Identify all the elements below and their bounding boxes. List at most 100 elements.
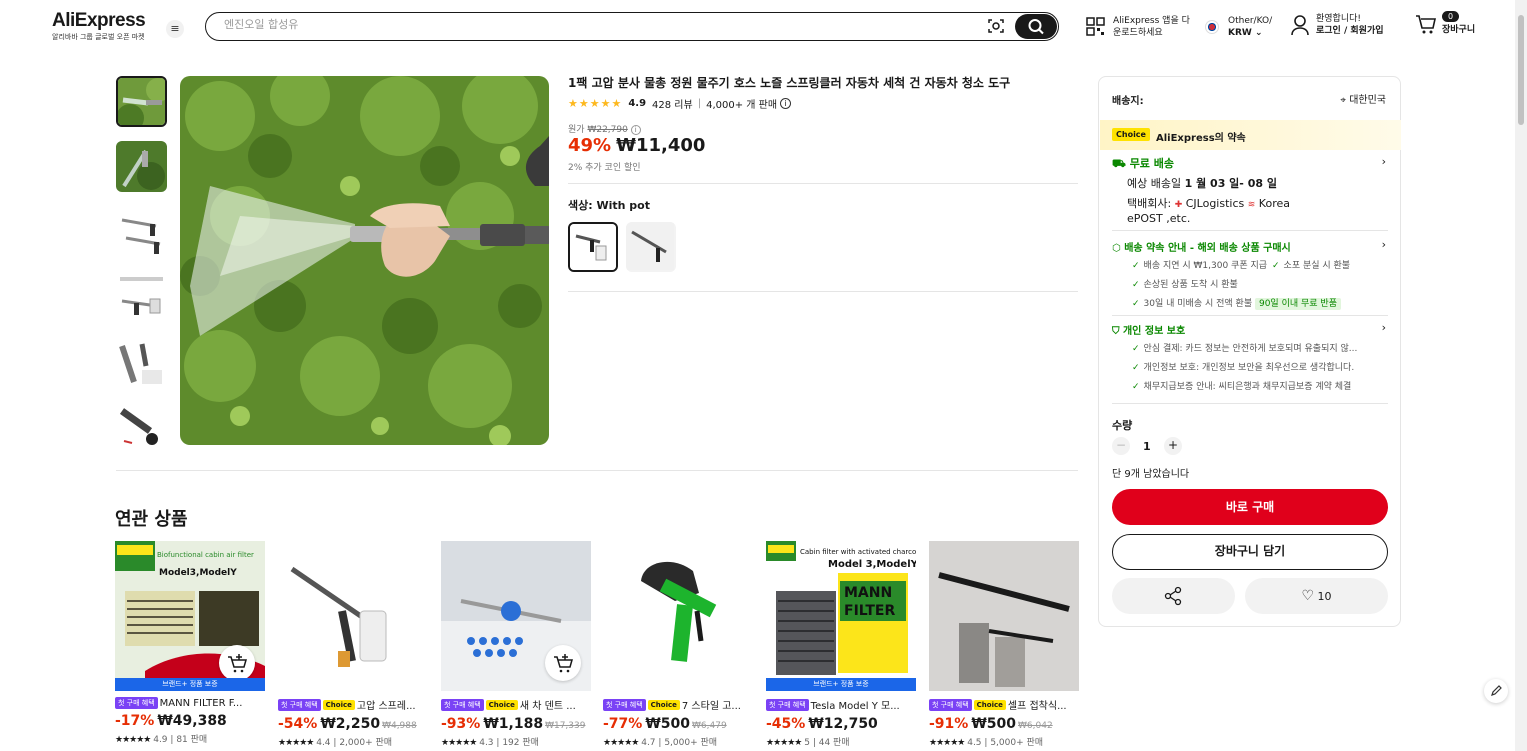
rating-stars: ★★★★★ bbox=[115, 735, 151, 745]
product-graphic bbox=[603, 541, 753, 691]
info-icon[interactable]: i bbox=[630, 125, 641, 135]
delivery-guarantee-row[interactable]: ⬡ 배송 약속 안내 - 해외 배송 상품 구매시 bbox=[1112, 239, 1291, 254]
privacy-row[interactable]: ⛉ 개인 정보 보호 bbox=[1112, 322, 1185, 337]
price: ₩500 bbox=[971, 716, 1016, 732]
free-shipping-text: 무료 배송 bbox=[1129, 157, 1174, 170]
eta-date: 1 월 03 일- 08 일 bbox=[1184, 177, 1277, 190]
choice-tag: Choice bbox=[973, 699, 1006, 710]
app-line1: AliExpress 앱을 다 bbox=[1113, 16, 1190, 26]
rating-stars: ★★★★★ bbox=[603, 738, 639, 748]
quantity-plus-button[interactable]: + bbox=[1164, 437, 1182, 455]
original-price-row: 원가 ₩22,790 i bbox=[568, 122, 641, 135]
thumbnail-image bbox=[118, 78, 165, 125]
share-button[interactable] bbox=[1112, 578, 1235, 614]
user-icon bbox=[1291, 15, 1309, 36]
divider bbox=[1112, 230, 1388, 231]
privacy-item: ✓ 개인정보 보호: 개인정보 보안을 최우선으로 생각합니다. bbox=[1132, 360, 1354, 373]
related-product-card[interactable]: 첫 구매 혜택 Choice 셀프 접착식... -91% ₩500 ₩6,042 ★★… bbox=[929, 541, 1079, 751]
courier-name-2: Korea bbox=[1258, 197, 1290, 210]
app-line2: 운로드하세요 bbox=[1113, 28, 1163, 38]
related-product-card[interactable]: Cabin filter with activated charcoal Mode… bbox=[766, 541, 916, 751]
original-price: ₩17,339 bbox=[545, 721, 586, 731]
guarantee-text: 손상된 상품 도착 시 환불 bbox=[1143, 280, 1238, 290]
free-shipping-row[interactable]: ⛟ 무료 배송 bbox=[1112, 155, 1174, 172]
rating-row: ★★★★★ 4.9 428 리뷰 | 4,000+ 개 판매 i bbox=[568, 96, 792, 111]
privacy-title: 개인 정보 보호 bbox=[1122, 326, 1186, 337]
cart-count-badge: 0 bbox=[1442, 11, 1460, 22]
account[interactable]: 환영합니다! 로그인 / 회원가입 bbox=[1290, 13, 1384, 37]
check-icon: ✓ bbox=[1132, 299, 1140, 309]
cart-plus-icon bbox=[554, 654, 573, 673]
color-option-with-pot[interactable] bbox=[568, 222, 618, 272]
chevron-right-icon[interactable]: › bbox=[1382, 155, 1386, 168]
currency: KRW bbox=[1228, 28, 1252, 38]
thumbnail-4[interactable] bbox=[116, 271, 167, 322]
related-product-card[interactable]: 첫 구매 혜택 Choice 7 스타일 고... -77% ₩500 ₩6,479 ★… bbox=[603, 541, 753, 751]
search-input[interactable] bbox=[224, 18, 924, 31]
image-search-icon[interactable] bbox=[987, 17, 1005, 35]
free-return-badge: 90일 이내 무료 반품 bbox=[1254, 298, 1341, 310]
edit-button[interactable] bbox=[1484, 679, 1508, 703]
truck-icon: ⛟ bbox=[1112, 157, 1126, 170]
original-price-label: 원가 bbox=[568, 125, 585, 135]
thumbnail-6[interactable] bbox=[116, 401, 167, 452]
package-icon: ⬡ bbox=[1112, 243, 1121, 254]
main-product-image[interactable] bbox=[180, 76, 549, 445]
thumbnail-2[interactable] bbox=[116, 141, 167, 192]
chevron-right-icon[interactable]: › bbox=[1382, 321, 1386, 334]
aliexpress-logo[interactable]: AliExpress 알리바바 그룹 글로벌 오픈 마켓 bbox=[52, 10, 152, 42]
welcome-text: 환영합니다! bbox=[1316, 14, 1362, 24]
choice-promise-bar: Choice AliExpress의 약속 bbox=[1100, 120, 1401, 150]
privacy-item: ✓ 채무지급보증 안내: 씨티은행과 채무지급보증 계약 체결 bbox=[1132, 379, 1351, 392]
lang-line1: Other/KO/ bbox=[1228, 16, 1273, 26]
related-product-card[interactable]: Biofunctional cabin air filter Model3,Mod… bbox=[115, 541, 265, 751]
add-to-cart-button[interactable] bbox=[545, 645, 581, 681]
thumbnail-image bbox=[116, 206, 167, 257]
divider bbox=[568, 183, 1078, 184]
svg-text:Model 3,ModelY: Model 3,ModelY bbox=[828, 559, 916, 570]
quantity-label: 수량 bbox=[1112, 419, 1133, 432]
wishlist-button[interactable]: ♡ 10 bbox=[1245, 578, 1388, 614]
buy-now-button[interactable]: 바로 구매 bbox=[1112, 489, 1388, 525]
sold: 2,000+ 판매 bbox=[339, 738, 393, 748]
quantity-minus-button[interactable]: − bbox=[1112, 437, 1130, 455]
add-to-cart-button[interactable]: 장바구니 담기 bbox=[1112, 534, 1388, 570]
add-to-cart-button[interactable] bbox=[219, 645, 255, 681]
related-product-card[interactable]: 첫 구매 혜택 Choice 새 차 덴트 ... -93% ₩1,188 ₩17,33… bbox=[441, 541, 591, 751]
scrollbar-thumb[interactable] bbox=[1518, 15, 1524, 125]
related-product-card[interactable]: 첫 구매 혜택 Choice 고압 스프레... -54% ₩2,250 ₩4,988 … bbox=[278, 541, 428, 751]
cart-label: 장바구니 bbox=[1442, 25, 1476, 35]
menu-icon[interactable]: ≡ bbox=[166, 20, 184, 38]
quantity-value[interactable]: 1 bbox=[1143, 440, 1151, 453]
product-image bbox=[441, 541, 591, 691]
rating: 4.7 bbox=[641, 738, 656, 748]
choice-tag: Choice bbox=[647, 699, 680, 710]
review-count[interactable]: 428 리뷰 bbox=[652, 96, 693, 111]
discount: -17% bbox=[115, 713, 155, 729]
original-price: ₩6,479 bbox=[692, 721, 727, 731]
color-option-2[interactable] bbox=[626, 222, 676, 272]
share-icon bbox=[1164, 586, 1182, 606]
product-name: MANN FILTER F... bbox=[159, 697, 243, 709]
scrollbar[interactable] bbox=[1515, 0, 1527, 751]
thumbnail-3[interactable] bbox=[116, 206, 167, 257]
login-link[interactable]: 로그인 / 회원가입 bbox=[1316, 25, 1384, 37]
ship-to-selector[interactable]: ⌖ 대한민국 bbox=[1340, 91, 1386, 106]
language-currency[interactable]: Other/KO/KRW ⌄ bbox=[1205, 15, 1272, 39]
svg-text:Model3,ModelY: Model3,ModelY bbox=[159, 568, 237, 578]
product-graphic bbox=[929, 541, 1079, 691]
cart[interactable]: 0 장바구니 bbox=[1414, 11, 1476, 36]
first-purchase-tag: 첫 구매 혜택 bbox=[766, 698, 809, 711]
chevron-right-icon[interactable]: › bbox=[1382, 238, 1386, 251]
first-purchase-tag: 첫 구매 혜택 bbox=[115, 697, 158, 709]
thumbnail-1[interactable] bbox=[116, 76, 167, 127]
search-button[interactable] bbox=[1015, 14, 1057, 39]
product-image bbox=[603, 541, 753, 691]
divider bbox=[568, 291, 1078, 292]
check-icon: ✓ bbox=[1132, 280, 1140, 290]
first-purchase-tag: 첫 구매 혜택 bbox=[441, 698, 484, 711]
thumbnail-5[interactable] bbox=[116, 336, 167, 387]
rating-stars: ★★★★★ bbox=[441, 738, 477, 748]
rating: 5 bbox=[804, 738, 810, 748]
info-icon[interactable]: i bbox=[780, 98, 792, 109]
